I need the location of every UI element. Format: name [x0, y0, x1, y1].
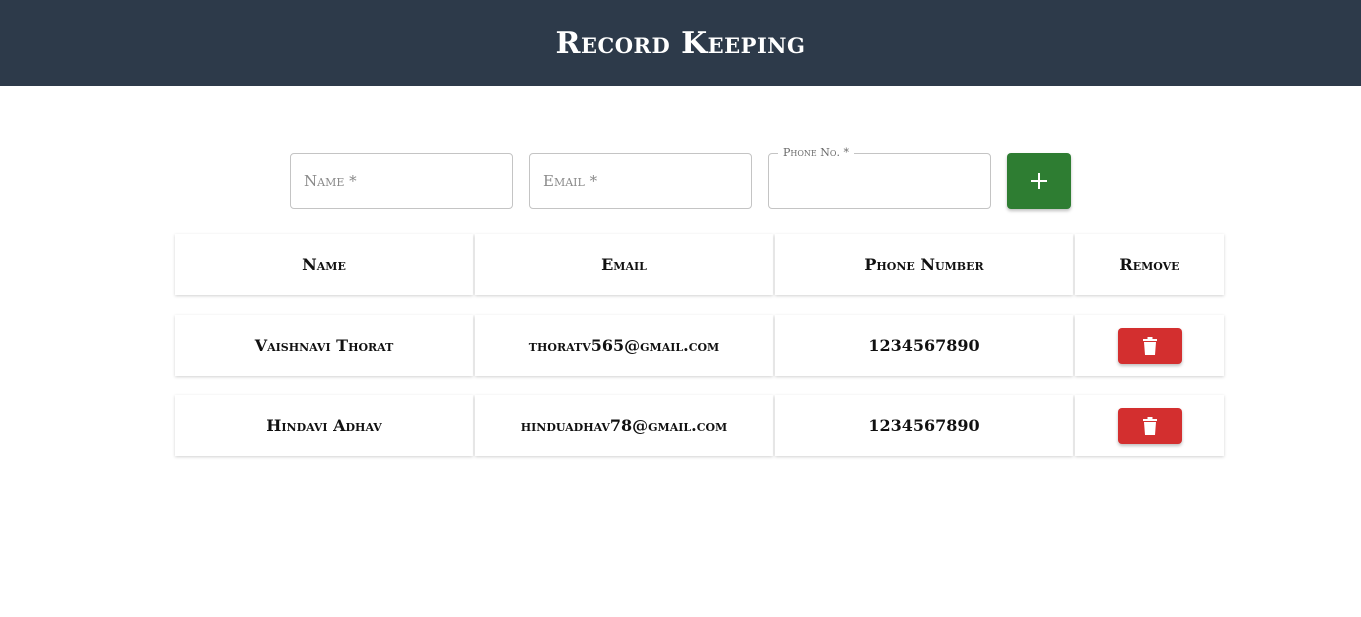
email-input[interactable] — [530, 154, 751, 208]
plus-icon — [1031, 173, 1047, 189]
row-email: hinduadhav78@gmail.com — [475, 395, 773, 456]
phone-field[interactable]: Phone No. * — [768, 145, 991, 209]
delete-button[interactable] — [1117, 327, 1182, 364]
app-header: Record Keeping — [0, 0, 1361, 86]
table-header-row: Name Email Phone Number Remove — [175, 234, 1226, 295]
add-record-button[interactable] — [1007, 153, 1071, 209]
header-remove: Remove — [1075, 234, 1224, 295]
table-row: Hindavi Adhav hinduadhav78@gmail.com 123… — [175, 395, 1226, 456]
trash-icon — [1142, 336, 1157, 355]
table-row: Vaishnavi Thorat thoratv565@gmail.com 12… — [175, 315, 1226, 376]
row-phone: 1234567890 — [775, 395, 1073, 456]
row-name: Hindavi Adhav — [175, 395, 473, 456]
delete-button[interactable] — [1117, 407, 1182, 444]
page-title: Record Keeping — [555, 25, 806, 61]
header-email: Email — [475, 234, 773, 295]
name-field[interactable] — [290, 153, 513, 209]
name-input[interactable] — [291, 154, 512, 208]
row-phone: 1234567890 — [775, 315, 1073, 376]
email-field[interactable] — [529, 153, 752, 209]
trash-icon — [1142, 416, 1157, 435]
header-phone-number: Phone Number — [775, 234, 1073, 295]
header-name: Name — [175, 234, 473, 295]
row-remove-cell — [1075, 395, 1224, 456]
row-email: thoratv565@gmail.com — [475, 315, 773, 376]
phone-input[interactable] — [769, 154, 990, 208]
row-remove-cell — [1075, 315, 1224, 376]
row-name: Vaishnavi Thorat — [175, 315, 473, 376]
